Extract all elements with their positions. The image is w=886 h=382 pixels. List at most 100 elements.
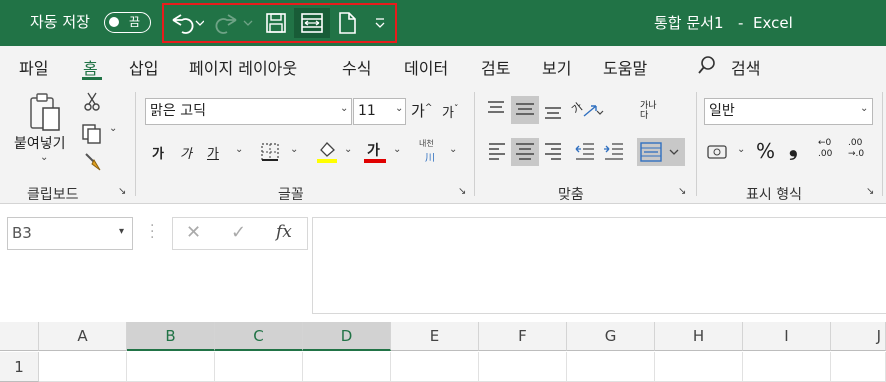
align-top-icon[interactable] [486,100,506,118]
merge-center-qat-button[interactable] [294,8,330,38]
align-middle-button[interactable] [511,96,539,124]
name-box[interactable]: B3 [7,217,133,250]
borders-icon[interactable] [260,142,280,162]
undo-button[interactable] [166,8,206,38]
select-all-corner[interactable] [0,322,39,351]
column-header[interactable]: C [215,322,303,351]
cell[interactable] [391,352,479,382]
name-box-dropdown-icon[interactable]: ▾ [119,226,124,237]
increase-decimal-button[interactable]: ←0.00 [818,138,832,160]
italic-button[interactable]: 가 [180,143,192,162]
paste-dropdown-icon[interactable]: ⌄ [40,152,48,163]
align-bottom-icon[interactable] [543,102,563,120]
formula-bar-grip[interactable]: · · · [150,219,154,245]
column-header[interactable]: F [479,322,567,351]
cancel-icon[interactable]: ✕ [186,222,201,243]
column-header[interactable]: J [831,322,886,351]
insert-function-button[interactable]: fx [276,222,292,242]
number-format-combo[interactable]: 일반 [704,98,873,125]
grow-font-button[interactable]: 가^ [411,100,432,121]
group-separator [696,92,697,196]
redo-icon [215,14,253,34]
cell[interactable] [831,352,886,382]
search-label[interactable]: 검색 [731,55,760,79]
number-format-dropdown-icon[interactable]: ⌄ [860,103,868,114]
column-header[interactable]: G [567,322,655,351]
copy-dropdown-icon[interactable]: ⌄ [109,123,117,134]
font-name-combo[interactable]: 맑은 고딕 [145,98,352,125]
tab-help[interactable]: 도움말 [603,55,647,79]
font-launcher-icon[interactable]: ↘ [458,186,466,197]
tab-data[interactable]: 데이터 [404,55,448,79]
tab-review[interactable]: 검토 [481,55,510,79]
increase-indent-icon[interactable] [603,142,625,160]
cell[interactable] [215,352,303,382]
decrease-indent-icon[interactable] [574,142,596,160]
search-icon[interactable] [697,55,717,75]
column-header[interactable]: E [391,322,479,351]
column-header[interactable]: A [39,322,127,351]
accounting-dropdown-icon[interactable]: ⌄ [737,144,745,155]
tab-file[interactable]: 파일 [19,55,48,79]
merge-center-button[interactable] [637,138,685,166]
tab-view[interactable]: 보기 [542,55,571,79]
font-color-glyph[interactable]: 가 [367,140,380,160]
column-header[interactable]: B [127,322,215,351]
shrink-font-button[interactable]: 가ˇ [442,102,458,121]
title-bar: 자동 저장 끔 통합 문서1 - Excel [0,0,886,46]
decrease-decimal-button[interactable]: .00 →.0 [848,138,864,160]
cell[interactable] [655,352,743,382]
fill-color-dropdown-icon[interactable]: ⌄ [344,144,352,155]
bold-button[interactable]: 가 [152,143,164,162]
customize-qat-button[interactable] [370,8,390,38]
underline-dropdown-icon[interactable]: ⌄ [235,144,243,155]
save-button[interactable] [261,8,291,38]
autosave-toggle[interactable]: 끔 [104,12,151,33]
phonetic-dropdown-icon[interactable]: ⌄ [449,144,457,155]
cell[interactable] [127,352,215,382]
paste-label[interactable]: 붙여넣기 [14,133,66,153]
enter-icon[interactable]: ✓ [231,222,246,243]
new-document-button[interactable] [332,8,362,38]
cell[interactable] [303,352,391,382]
column-header[interactable]: I [743,322,831,351]
number-launcher-icon[interactable]: ↘ [866,186,874,197]
clipboard-launcher-icon[interactable]: ↘ [118,186,126,197]
percent-style-button[interactable]: % [756,139,775,163]
alignment-launcher-icon[interactable]: ↘ [678,186,686,197]
cell[interactable] [743,352,831,382]
formula-input[interactable] [312,217,886,314]
borders-dropdown-icon[interactable]: ⌄ [290,144,298,155]
copy-icon[interactable] [81,123,103,145]
column-header[interactable]: D [303,322,391,351]
increase-decimal-top: ←0 [818,138,832,148]
align-center-button[interactable] [511,138,539,166]
font-color-dropdown-icon[interactable]: ⌄ [393,144,401,155]
fill-color-icon[interactable] [316,140,338,164]
font-color-bar [364,159,386,163]
redo-button[interactable] [213,8,255,38]
column-header[interactable]: H [655,322,743,351]
cut-icon[interactable] [83,92,101,112]
document-title: 통합 문서1 [654,14,724,32]
comma-style-button[interactable]: ❟ [789,136,798,161]
phonetic-label[interactable]: 내천 [419,138,434,149]
paste-button[interactable] [26,92,64,132]
cell[interactable] [567,352,655,382]
align-right-icon[interactable] [543,142,563,160]
tab-home[interactable]: 홈 [83,55,98,79]
row-header[interactable]: 1 [0,352,39,382]
cell[interactable] [39,352,127,382]
tab-insert[interactable]: 삽입 [129,55,158,79]
font-name-dropdown-icon[interactable]: ⌄ [340,103,348,114]
cell[interactable] [479,352,567,382]
tab-page-layout[interactable]: 페이지 레이아웃 [189,55,297,79]
increase-decimal-bottom: .00 [818,149,833,159]
tab-formulas[interactable]: 수식 [342,55,371,79]
paste-icon [30,93,60,131]
format-painter-icon[interactable] [82,150,104,172]
font-size-dropdown-icon[interactable]: ⌄ [395,103,403,114]
align-left-icon[interactable] [487,142,507,160]
underline-button[interactable]: 가 [207,143,219,162]
accounting-format-icon[interactable] [706,143,730,161]
